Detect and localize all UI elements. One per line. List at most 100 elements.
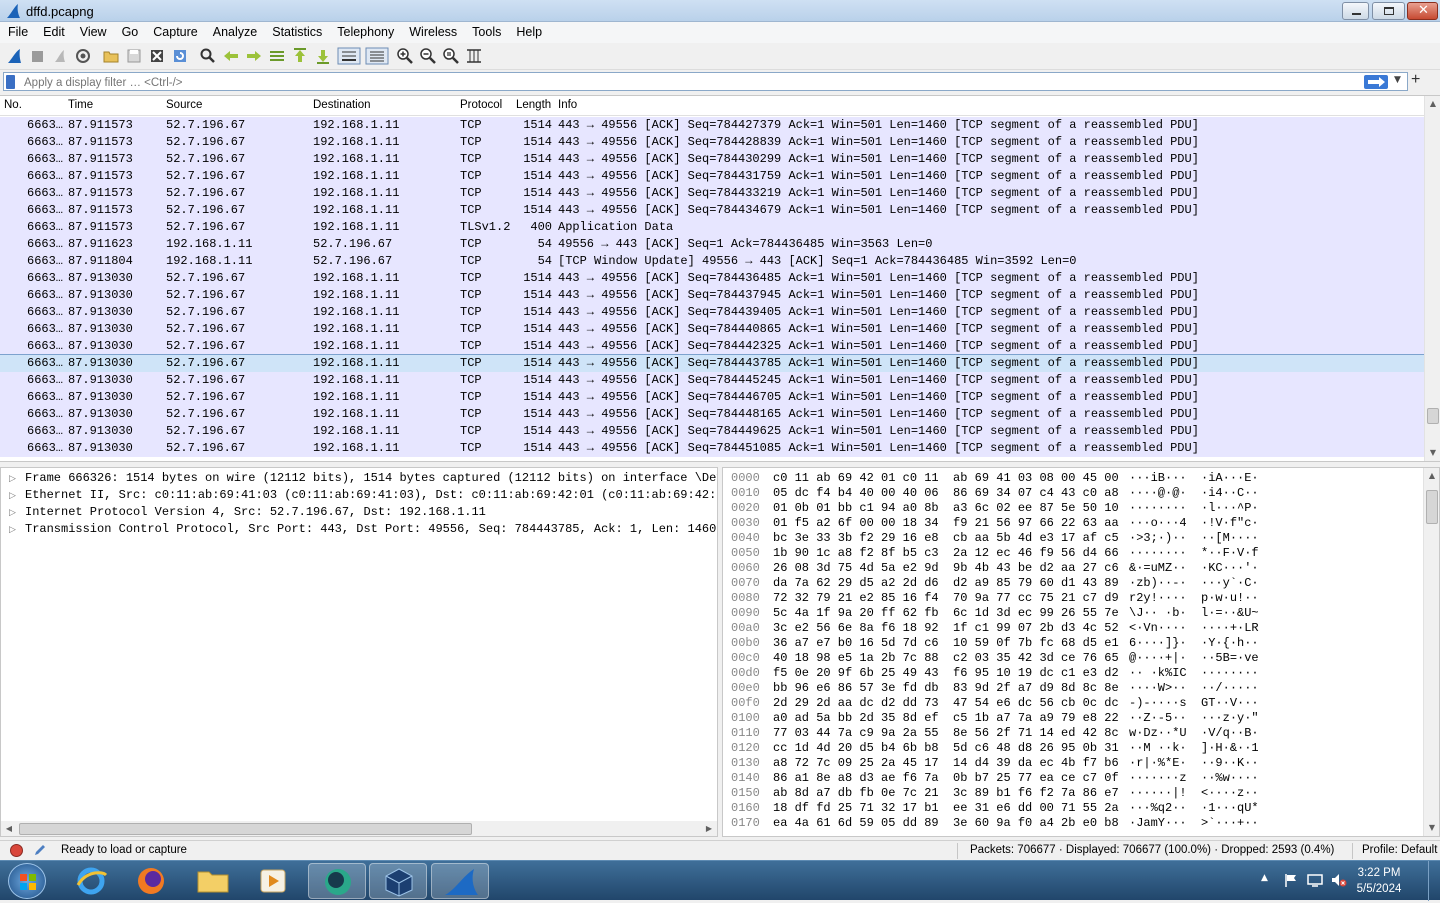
table-row[interactable]: 6663… 87.911573 52.7.196.67 192.168.1.11 TCP… [0, 134, 1424, 151]
start-capture-icon[interactable] [5, 47, 23, 65]
find-packet-icon[interactable] [199, 47, 217, 65]
table-row[interactable]: 6663… 87.913030 52.7.196.67 192.168.1.11 TCP… [0, 372, 1424, 389]
auto-scroll-icon[interactable] [337, 47, 361, 65]
edit-comment-icon[interactable] [33, 843, 47, 857]
close-button[interactable]: ✕ [1407, 2, 1438, 20]
zoom-normal-icon[interactable] [442, 47, 460, 65]
display-filter-input[interactable] [3, 72, 1408, 91]
resize-columns-icon[interactable] [465, 47, 483, 65]
taskbar-app-active-1[interactable] [308, 863, 366, 899]
table-row[interactable]: 6663… 87.913030 52.7.196.67 192.168.1.11 TCP… [0, 287, 1424, 304]
table-row[interactable]: 6663… 87.911573 52.7.196.67 192.168.1.11 TLS… [0, 219, 1424, 236]
menu-statistics[interactable]: Statistics [264, 22, 329, 39]
volume-muted-icon[interactable] [1330, 872, 1348, 888]
taskbar-virtualbox[interactable] [369, 863, 427, 899]
table-row[interactable]: 6663… 87.911804 192.168.1.11 52.7.196.67 TCP… [0, 253, 1424, 270]
zoom-out-icon[interactable] [419, 47, 437, 65]
column-no[interactable]: No. [4, 99, 22, 111]
go-back-icon[interactable] [222, 47, 240, 65]
expand-arrow-icon[interactable]: ▷ [9, 491, 25, 501]
table-row[interactable]: 6663… 87.913030 52.7.196.67 192.168.1.11 TCP… [0, 440, 1424, 457]
details-hscrollbar[interactable]: ◀ ▶ [1, 821, 717, 836]
apply-filter-button[interactable] [1364, 75, 1388, 89]
scroll-right-icon[interactable]: ▶ [701, 821, 717, 836]
table-row[interactable]: 6663… 87.913030 52.7.196.67 192.168.1.11 TCP… [0, 389, 1424, 406]
expert-info-icon[interactable] [10, 844, 23, 857]
scroll-down-icon[interactable]: ▼ [1425, 445, 1440, 461]
detail-frame[interactable]: ▷ Frame 666326: 1514 bytes on wire (12112… [9, 471, 717, 488]
table-row[interactable]: 6663… 87.913030 52.7.196.67 192.168.1.11 TCP… [0, 321, 1424, 338]
go-to-packet-icon[interactable] [268, 47, 286, 65]
column-destination[interactable]: Destination [313, 99, 371, 111]
capture-options-icon[interactable] [74, 47, 92, 65]
taskbar-explorer[interactable] [184, 863, 242, 899]
column-protocol[interactable]: Protocol [460, 99, 502, 111]
menu-capture[interactable]: Capture [145, 22, 204, 39]
show-desktop-button[interactable] [1428, 861, 1440, 901]
taskbar-wireshark[interactable] [431, 863, 489, 899]
table-row[interactable]: 6663… 87.913030 52.7.196.67 192.168.1.11 TCP… [0, 423, 1424, 440]
scroll-left-icon[interactable]: ◀ [1, 821, 17, 836]
minimize-button[interactable] [1342, 2, 1369, 20]
action-center-flag-icon[interactable] [1283, 872, 1299, 888]
table-row[interactable]: 6663… 87.911573 52.7.196.67 192.168.1.11 TCP… [0, 117, 1424, 134]
expand-arrow-icon[interactable]: ▷ [9, 525, 25, 535]
go-last-packet-icon[interactable] [314, 47, 332, 65]
column-time[interactable]: Time [68, 99, 93, 111]
menu-analyze[interactable]: Analyze [205, 22, 264, 39]
taskbar-internet-explorer[interactable] [62, 863, 120, 899]
system-clock[interactable]: 3:22 PM 5/5/2024 [1352, 865, 1406, 897]
table-row[interactable]: 6663… 87.911573 52.7.196.67 192.168.1.11 TCP… [0, 202, 1424, 219]
network-icon[interactable] [1306, 872, 1324, 888]
start-button[interactable] [8, 863, 46, 899]
column-length[interactable]: Length [516, 99, 551, 111]
maximize-button[interactable] [1372, 2, 1405, 20]
save-file-icon[interactable] [125, 47, 143, 65]
menu-view[interactable]: View [72, 22, 114, 39]
column-source[interactable]: Source [166, 99, 202, 111]
add-filter-button-icon[interactable]: + [1411, 71, 1420, 89]
filter-history-chevron-icon[interactable]: ▼ [1394, 75, 1401, 85]
stop-capture-icon[interactable] [28, 47, 46, 65]
table-row[interactable]: 6663… 87.913030 52.7.196.67 192.168.1.11 TCP… [0, 270, 1424, 287]
colorize-icon[interactable] [365, 47, 389, 65]
bytes-scrollbar[interactable]: ▲ ▼ [1423, 468, 1439, 836]
table-row[interactable]: 6663… 87.913030 52.7.196.67 192.168.1.11 TCP… [0, 406, 1424, 423]
expand-arrow-icon[interactable]: ▷ [9, 508, 25, 518]
menu-file[interactable]: File [0, 22, 35, 39]
scroll-down-icon[interactable]: ▼ [1424, 820, 1439, 836]
expand-arrow-icon[interactable]: ▷ [9, 474, 25, 484]
detail-ethernet[interactable]: ▷ Ethernet II, Src: c0:11:ab:69:41:03 (c0… [9, 488, 717, 505]
table-row[interactable]: 6663… 87.913030 52.7.196.67 192.168.1.11 TCP… [0, 304, 1424, 321]
column-info[interactable]: Info [558, 99, 577, 111]
menu-edit[interactable]: Edit [35, 22, 72, 39]
scroll-up-icon[interactable]: ▲ [1425, 96, 1440, 112]
taskbar-media-player[interactable] [244, 863, 302, 899]
detail-ip[interactable]: ▷ Internet Protocol Version 4, Src: 52.7.… [9, 505, 486, 522]
show-hidden-icons-icon[interactable]: ▲ [1261, 873, 1268, 883]
taskbar-firefox[interactable] [122, 863, 180, 899]
scroll-thumb[interactable] [1426, 490, 1438, 524]
open-file-icon[interactable] [102, 47, 120, 65]
reload-file-icon[interactable] [171, 47, 189, 65]
scroll-thumb[interactable] [1427, 408, 1439, 424]
go-forward-icon[interactable] [245, 47, 263, 65]
table-row[interactable]: 6663… 87.911573 52.7.196.67 192.168.1.11 TCP… [0, 185, 1424, 202]
table-row-selected[interactable]: 6663… 87.913030 52.7.196.67 192.168.1.11 TCP… [0, 354, 1425, 373]
zoom-in-icon[interactable] [396, 47, 414, 65]
hscroll-thumb[interactable] [19, 823, 472, 835]
packet-list-scrollbar[interactable]: ▲ ▼ [1424, 96, 1440, 461]
close-file-icon[interactable] [148, 47, 166, 65]
menu-tools[interactable]: Tools [464, 22, 508, 39]
go-first-packet-icon[interactable] [291, 47, 309, 65]
menu-telephony[interactable]: Telephony [329, 22, 401, 39]
table-row[interactable]: 6663… 87.911623 192.168.1.11 52.7.196.67 TCP… [0, 236, 1424, 253]
table-row[interactable]: 6663… 87.911573 52.7.196.67 192.168.1.11 TCP… [0, 151, 1424, 168]
menu-wireless[interactable]: Wireless [401, 22, 464, 39]
detail-tcp[interactable]: ▷ Transmission Control Protocol, Src Port… [9, 522, 716, 539]
table-row[interactable]: 6663… 87.913030 52.7.196.67 192.168.1.11 TCP… [0, 338, 1424, 355]
status-profile[interactable]: Profile: Default [1362, 844, 1437, 856]
menu-go[interactable]: Go [114, 22, 146, 39]
scroll-up-icon[interactable]: ▲ [1424, 468, 1439, 484]
menu-help[interactable]: Help [508, 22, 549, 39]
